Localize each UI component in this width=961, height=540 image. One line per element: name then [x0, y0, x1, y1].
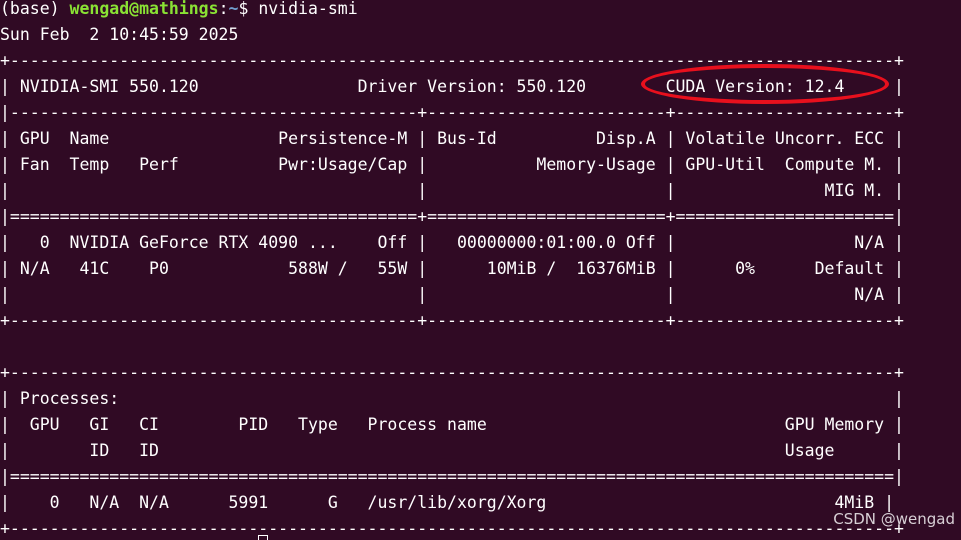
table-border-bottom: +---------------------------------------…: [0, 311, 904, 330]
processes-border-bottom: +---------------------------------------…: [0, 519, 904, 538]
header-row-1: | GPU Name Persistence-M | Bus-Id Disp.A…: [0, 129, 904, 148]
processes-separator: |=======================================…: [0, 467, 904, 486]
terminal-window[interactable]: (base) wengad@mathings:~$ nvidia-smi Sun…: [0, 0, 961, 540]
conda-env: (base): [0, 0, 70, 18]
processes-title-row: | Processes: |: [0, 389, 904, 408]
table-border-top: +---------------------------------------…: [0, 51, 904, 70]
table-divider: |---------------------------------------…: [0, 103, 904, 122]
prompt-line: (base) wengad@mathings:~$ nvidia-smi: [0, 0, 358, 22]
header-row-2: | Fan Temp Perf Pwr:Usage/Cap | Memory-U…: [0, 155, 904, 174]
processes-header-row-2: | ID ID Usage |: [0, 441, 904, 460]
date-line: Sun Feb 2 10:45:59 2025: [0, 25, 239, 44]
header-row-3: | | | MIG M. |: [0, 181, 904, 200]
text-cursor: [258, 535, 268, 540]
gpu-row-2: | N/A 41C P0 588W / 55W | 10MiB / 16376M…: [0, 259, 904, 278]
prompt-path: ~: [228, 0, 239, 18]
watermark: CSDN @wengad: [833, 510, 955, 528]
header-separator: |=======================================…: [0, 207, 904, 226]
prompt-dollar: $: [238, 0, 259, 18]
prompt-colon: :: [218, 0, 229, 18]
processes-header-row-1: | GPU GI CI PID Type Process name GPU Me…: [0, 415, 904, 434]
command-text: nvidia-smi: [258, 0, 358, 18]
gpu-row-1: | 0 NVIDIA GeForce RTX 4090 ... Off | 00…: [0, 233, 904, 252]
process-row: | 0 N/A N/A 5991 G /usr/lib/xorg/Xorg 4M…: [0, 493, 895, 512]
user-host: wengad@mathings: [69, 0, 219, 18]
processes-border-top: +---------------------------------------…: [0, 363, 904, 382]
gpu-row-3: | | | N/A |: [0, 285, 904, 304]
version-row: | NVIDIA-SMI 550.120 Driver Version: 550…: [0, 77, 904, 96]
